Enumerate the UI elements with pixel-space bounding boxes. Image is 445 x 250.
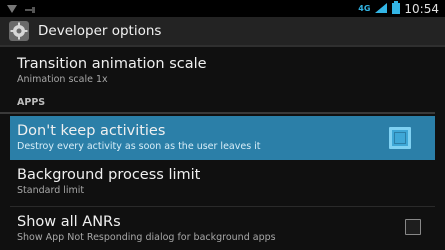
battery-icon [392,0,401,18]
signal-icon [374,0,388,18]
dont-keep-activities-item[interactable]: Don't keep activities Destroy every acti… [10,116,435,160]
page-title: Developer options [38,23,162,39]
transition-animation-scale-item[interactable]: Transition animation scale Animation sca… [0,49,445,92]
pref-summary: Destroy every activity as soon as the us… [17,141,261,152]
status-bar: 4G 10:54 [0,0,445,17]
pref-title: Don't keep activities [17,123,166,139]
pref-title: Transition animation scale [17,56,207,72]
pref-summary: Animation scale 1x [17,74,108,85]
network-type-label: 4G [358,4,371,13]
background-process-limit-item[interactable]: Background process limit Standard limit [0,160,445,206]
section-header-apps: APPS [0,92,435,114]
show-all-anrs-item[interactable]: Show all ANRs Show App Not Responding di… [0,207,445,250]
clock: 10:54 [404,1,439,16]
notification-shield-icon [6,0,18,18]
dont-keep-activities-checkbox[interactable] [389,127,411,149]
pref-title: Show all ANRs [17,214,121,230]
pref-summary: Show App Not Responding dialog for backg… [17,232,276,243]
settings-list: Transition animation scale Animation sca… [0,49,445,250]
checkbox-inner [394,132,406,144]
pref-title: Background process limit [17,167,201,183]
pref-summary: Standard limit [17,185,85,196]
show-all-anrs-checkbox[interactable] [405,219,421,235]
settings-gear-icon[interactable] [8,20,30,42]
usb-icon [24,0,36,18]
action-bar: Developer options [0,17,445,47]
